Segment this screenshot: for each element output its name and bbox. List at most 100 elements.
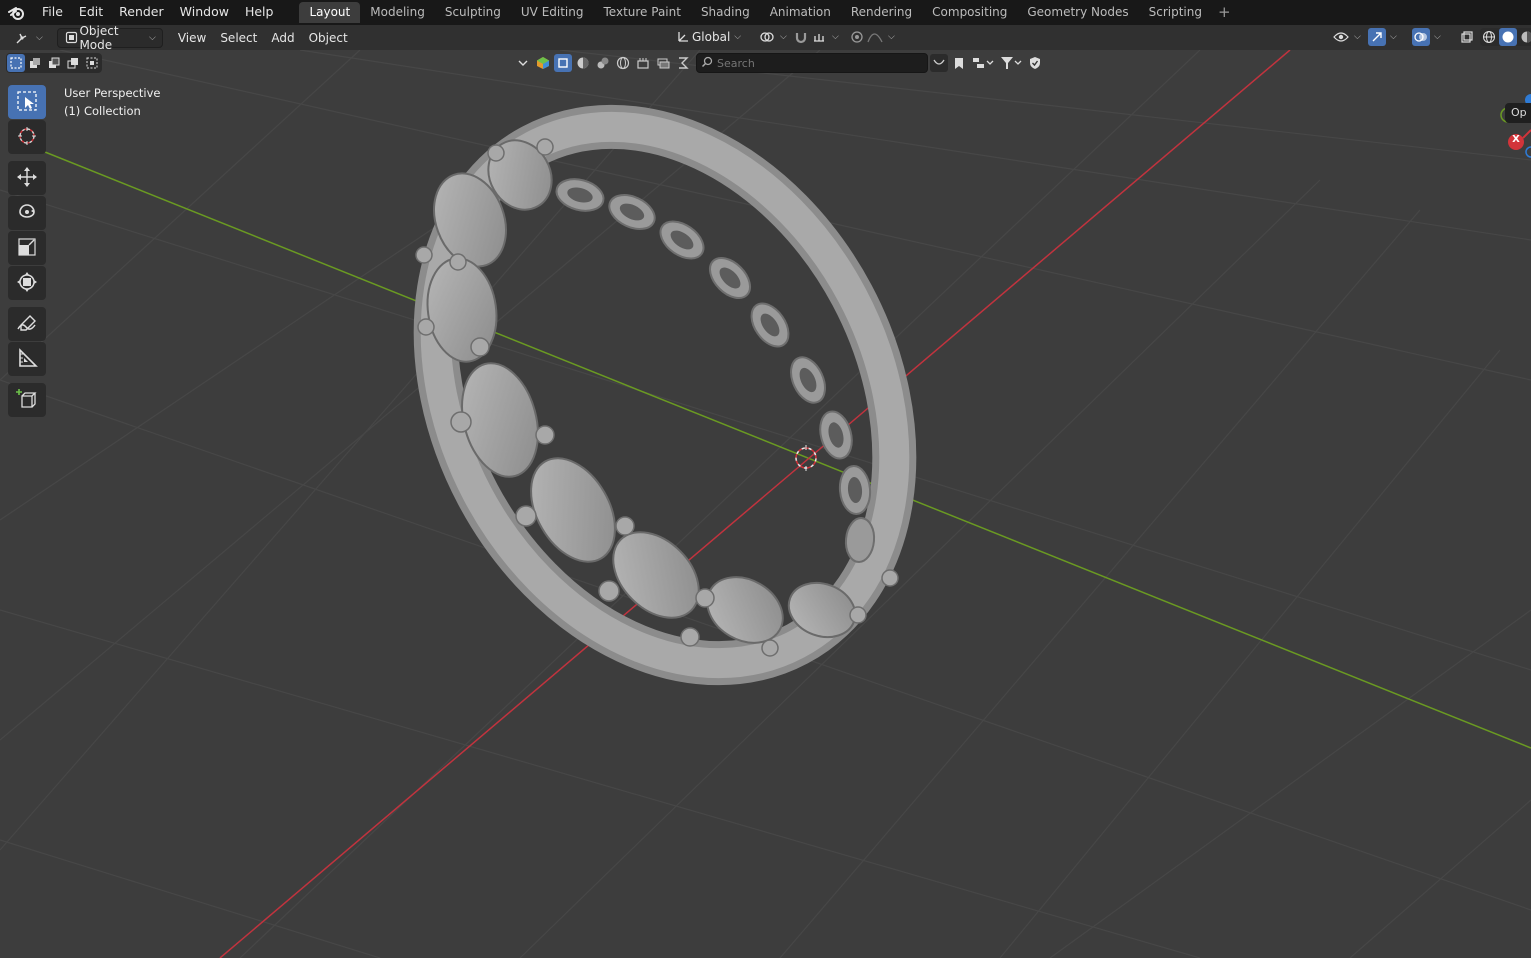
select-subtract-button[interactable]: [45, 54, 63, 72]
tab-layout[interactable]: Layout: [299, 2, 361, 23]
menu-help[interactable]: Help: [237, 0, 282, 25]
sidebar-tab[interactable]: Op: [1505, 103, 1531, 123]
move-tool[interactable]: [8, 161, 46, 195]
filter-mesh-icon[interactable]: [574, 54, 592, 72]
add-cube-icon: [16, 388, 38, 413]
add-cube-tool[interactable]: [8, 383, 46, 417]
menu-object[interactable]: Object: [302, 31, 355, 45]
viewport-header: ⌵ Object Mode ⌵ View Select Add Object G…: [0, 24, 1531, 52]
cursor-icon: [16, 125, 38, 150]
xray-button[interactable]: [1452, 27, 1482, 47]
editor-type-button[interactable]: ⌵: [8, 28, 49, 48]
menu-render[interactable]: Render: [111, 0, 172, 25]
outliner-filter-row: [514, 52, 1044, 74]
measure-icon: [16, 347, 38, 372]
rotate-tool[interactable]: [8, 196, 46, 230]
editor-type-icon: [14, 29, 32, 47]
filter-object-icon[interactable]: [554, 54, 572, 72]
shield-icon[interactable]: [1026, 54, 1044, 72]
bookmark-icon[interactable]: [950, 54, 968, 72]
viewport-grid: [0, 50, 1531, 958]
tool-shelf: [8, 85, 46, 418]
snap-increment-icon: [810, 28, 828, 46]
tab-scripting[interactable]: Scripting: [1139, 2, 1212, 23]
tab-sculpting[interactable]: Sculpting: [435, 2, 511, 23]
chevron-down-icon: ⌵: [832, 32, 839, 42]
mode-label: Object Mode: [79, 23, 119, 52]
measure-tool[interactable]: [8, 342, 46, 376]
filter-layers-icon[interactable]: [654, 54, 672, 72]
gizmo-icon: [1368, 28, 1386, 46]
chevron-down-icon[interactable]: [514, 54, 532, 72]
add-workspace-button[interactable]: +: [1212, 2, 1237, 23]
tab-animation[interactable]: Animation: [760, 2, 841, 23]
move-icon: [16, 166, 38, 191]
proportional-editing-button[interactable]: ⌵: [842, 27, 901, 47]
shading-modes: [1480, 28, 1531, 46]
overlays-button[interactable]: ⌵: [1406, 27, 1447, 47]
transform-icon: [16, 271, 38, 296]
xray-icon: [1458, 28, 1476, 46]
filter-camera-icon[interactable]: [634, 54, 652, 72]
annotate-icon: [16, 312, 38, 337]
search-input[interactable]: [717, 56, 917, 70]
display-mode-icon[interactable]: [534, 54, 552, 72]
ring-model[interactable]: [345, 50, 984, 744]
tab-uv-editing[interactable]: UV Editing: [511, 2, 594, 23]
3d-viewport[interactable]: X Search User Perspective (1) Collection…: [0, 50, 1531, 958]
chevron-down-icon: ⌵: [888, 32, 895, 42]
annotate-tool[interactable]: [8, 307, 46, 341]
solid-shading-icon[interactable]: [1499, 28, 1517, 46]
menu-add[interactable]: Add: [264, 31, 301, 45]
snap-button[interactable]: ⌵: [786, 27, 845, 47]
view-perspective-label: User Perspective: [64, 86, 161, 100]
filter-world-icon[interactable]: [614, 54, 632, 72]
tab-texture-paint[interactable]: Texture Paint: [594, 2, 691, 23]
search-icon: [701, 56, 713, 71]
gizmo-toggle-button[interactable]: ⌵: [1362, 27, 1403, 47]
eye-icon: [1332, 28, 1350, 46]
tab-rendering[interactable]: Rendering: [841, 2, 922, 23]
transform-tool[interactable]: [8, 266, 46, 300]
rotate-icon: [16, 201, 38, 226]
chevron-down-icon: ⌵: [149, 32, 156, 43]
search-field[interactable]: [696, 53, 928, 73]
material-shading-icon[interactable]: [1518, 28, 1531, 46]
select-box-icon: [16, 90, 38, 115]
match-case-icon[interactable]: [930, 54, 948, 72]
tab-shading[interactable]: Shading: [691, 2, 760, 23]
selection-mode-group: [6, 53, 102, 73]
main-menu: File Edit Render Window Help: [34, 0, 281, 25]
visibility-button[interactable]: ⌵: [1326, 27, 1367, 47]
select-extend-button[interactable]: [26, 54, 44, 72]
menu-view[interactable]: View: [171, 31, 213, 45]
filter-other-icon[interactable]: [674, 54, 692, 72]
select-invert-button[interactable]: [64, 54, 82, 72]
menu-edit[interactable]: Edit: [71, 0, 111, 25]
chevron-down-icon: ⌵: [1434, 32, 1441, 42]
menu-file[interactable]: File: [34, 0, 71, 25]
cursor-tool[interactable]: [8, 120, 46, 154]
select-new-button[interactable]: [7, 54, 25, 72]
tab-modeling[interactable]: Modeling: [360, 2, 435, 23]
select-box-tool[interactable]: [8, 85, 46, 119]
orientation-icon: [674, 28, 692, 46]
object-mode-icon: [64, 29, 80, 47]
falloff-icon: [866, 28, 884, 46]
select-intersect-button[interactable]: [83, 54, 101, 72]
blender-logo-icon[interactable]: [0, 0, 34, 25]
mode-select[interactable]: Object Mode ⌵: [56, 24, 163, 52]
sort-icon[interactable]: [970, 54, 996, 72]
chevron-down-icon: ⌵: [1390, 32, 1397, 42]
filter-light-icon[interactable]: [594, 54, 612, 72]
menu-select[interactable]: Select: [213, 31, 264, 45]
scale-tool[interactable]: [8, 231, 46, 265]
transform-orientation-select[interactable]: Global ⌵: [668, 27, 747, 47]
tab-geometry-nodes[interactable]: Geometry Nodes: [1017, 2, 1138, 23]
menu-window[interactable]: Window: [172, 0, 237, 25]
viewport-info: User Perspective (1) Collection: [64, 84, 160, 120]
wireframe-shading-icon[interactable]: [1480, 28, 1498, 46]
tab-compositing[interactable]: Compositing: [922, 2, 1017, 23]
collection-label: (1) Collection: [64, 104, 141, 118]
filter-icon[interactable]: [998, 54, 1024, 72]
